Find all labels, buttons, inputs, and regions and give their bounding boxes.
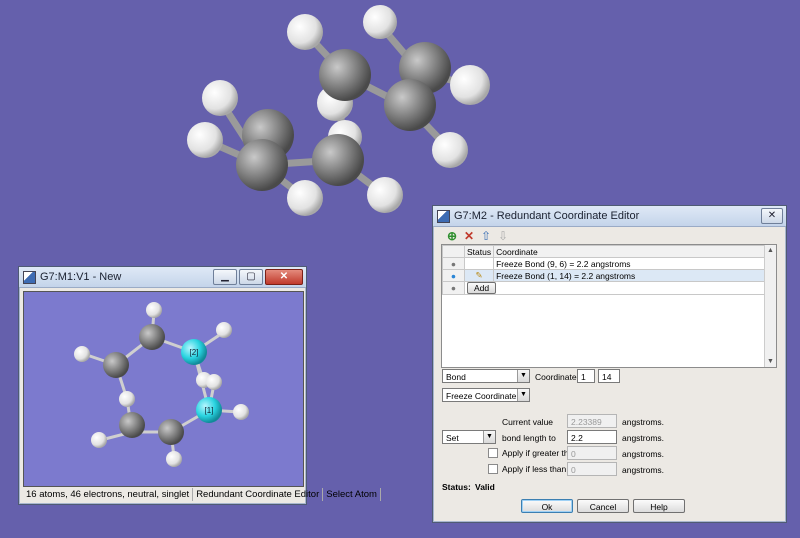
table-row[interactable]: ● ✎ Freeze Bond (1, 14) = 2.2 angstroms [442,269,770,282]
atom-label-2: [2] [190,348,199,357]
set-select[interactable]: Set ▼ [442,430,496,444]
chevron-down-icon: ▼ [517,370,529,382]
atom2-field[interactable]: 14 [598,369,620,383]
close-button[interactable]: ✕ [265,269,303,285]
bond-length-field[interactable]: 2.2 [567,430,617,444]
row-indicator[interactable]: ● [442,269,465,282]
row-coordinate[interactable]: Freeze Bond (1, 14) = 2.2 angstroms [493,269,770,282]
help-button[interactable]: Help [633,499,685,513]
status-value: Valid [475,482,495,492]
pencil-icon: ✎ [463,269,495,282]
unit-label: angstroms. [622,449,665,459]
status-molecule-info: 16 atoms, 46 electrons, neutral, singlet [23,488,194,501]
bond-length-label: bond length to [502,433,556,443]
editor-titlebar[interactable]: G7:M2 - Redundant Coordinate Editor ✕ [433,206,786,227]
column-header-status: Status [463,245,495,258]
current-value-field: 2.23389 [567,414,617,428]
viewer-canvas[interactable]: [2] [1] [23,291,304,487]
apply-less-field[interactable]: 0 [567,462,617,476]
cancel-button[interactable]: Cancel [577,499,629,513]
chevron-down-icon: ▼ [483,431,495,443]
app-icon [437,209,450,223]
ok-button[interactable]: Ok [521,499,573,513]
app-icon [23,270,36,284]
row-status [463,257,495,270]
unit-label: angstroms. [622,433,665,443]
add-row-icon[interactable]: ⊕ [445,229,459,243]
move-down-icon[interactable]: ⇩ [496,229,510,243]
apply-less-checkbox[interactable] [488,464,498,474]
editor-title: G7:M2 - Redundant Coordinate Editor [454,210,640,222]
viewer-statusbar: 16 atoms, 46 electrons, neutral, singlet… [23,488,381,501]
atom-label-1: [1] [205,406,214,415]
current-value-label: Current value [502,417,554,427]
viewer-window: G7:M1:V1 - New ▁ ▢ ✕ [2] [1] 16 atoms, 4… [18,266,381,505]
table-row-add: ● Add [442,281,770,295]
move-up-icon[interactable]: ⇧ [479,229,493,243]
unit-label: angstroms. [622,465,665,475]
atom1-field[interactable]: 1 [577,369,595,383]
row-indicator[interactable]: ● [442,257,465,270]
editor-toolbar: ⊕ ✕ ⇧ ⇩ [433,227,786,245]
maximize-button[interactable]: ▢ [239,269,263,285]
column-header-coordinate: Coordinate [493,245,770,258]
apply-greater-checkbox[interactable] [488,448,498,458]
status-action: Select Atom [323,488,381,501]
coordinate-table: Status Coordinate ● Freeze Bond (9, 6) =… [441,244,777,368]
table-row[interactable]: ● Freeze Bond (9, 6) = 2.2 angstroms [442,257,770,270]
coordinate-label: Coordinate: [535,372,579,382]
delete-icon[interactable]: ✕ [462,229,476,243]
table-header-row: Status Coordinate [442,245,770,258]
viewer-titlebar[interactable]: G7:M1:V1 - New ▁ ▢ ✕ [19,267,306,288]
unit-label: angstroms. [622,417,665,427]
viewer-title: G7:M1:V1 - New [40,271,122,283]
action-select[interactable]: Freeze Coordinate ▼ [442,388,530,402]
status-mode: Redundant Coordinate Editor [193,488,324,501]
add-button[interactable]: Add [467,282,497,294]
coordinate-type-select[interactable]: Bond ▼ [442,369,530,383]
status-label: Status: [442,482,471,492]
close-button[interactable]: ✕ [761,208,783,224]
minimize-button[interactable]: ▁ [213,269,237,285]
apply-greater-field[interactable]: 0 [567,446,617,460]
chevron-down-icon: ▼ [517,389,529,401]
table-scrollbar[interactable]: ▲ ▼ [764,245,776,367]
apply-less-label: Apply if less than [502,464,567,474]
editor-window: G7:M2 - Redundant Coordinate Editor ✕ ⊕ … [432,205,787,523]
row-coordinate[interactable]: Freeze Bond (9, 6) = 2.2 angstroms [493,257,770,270]
